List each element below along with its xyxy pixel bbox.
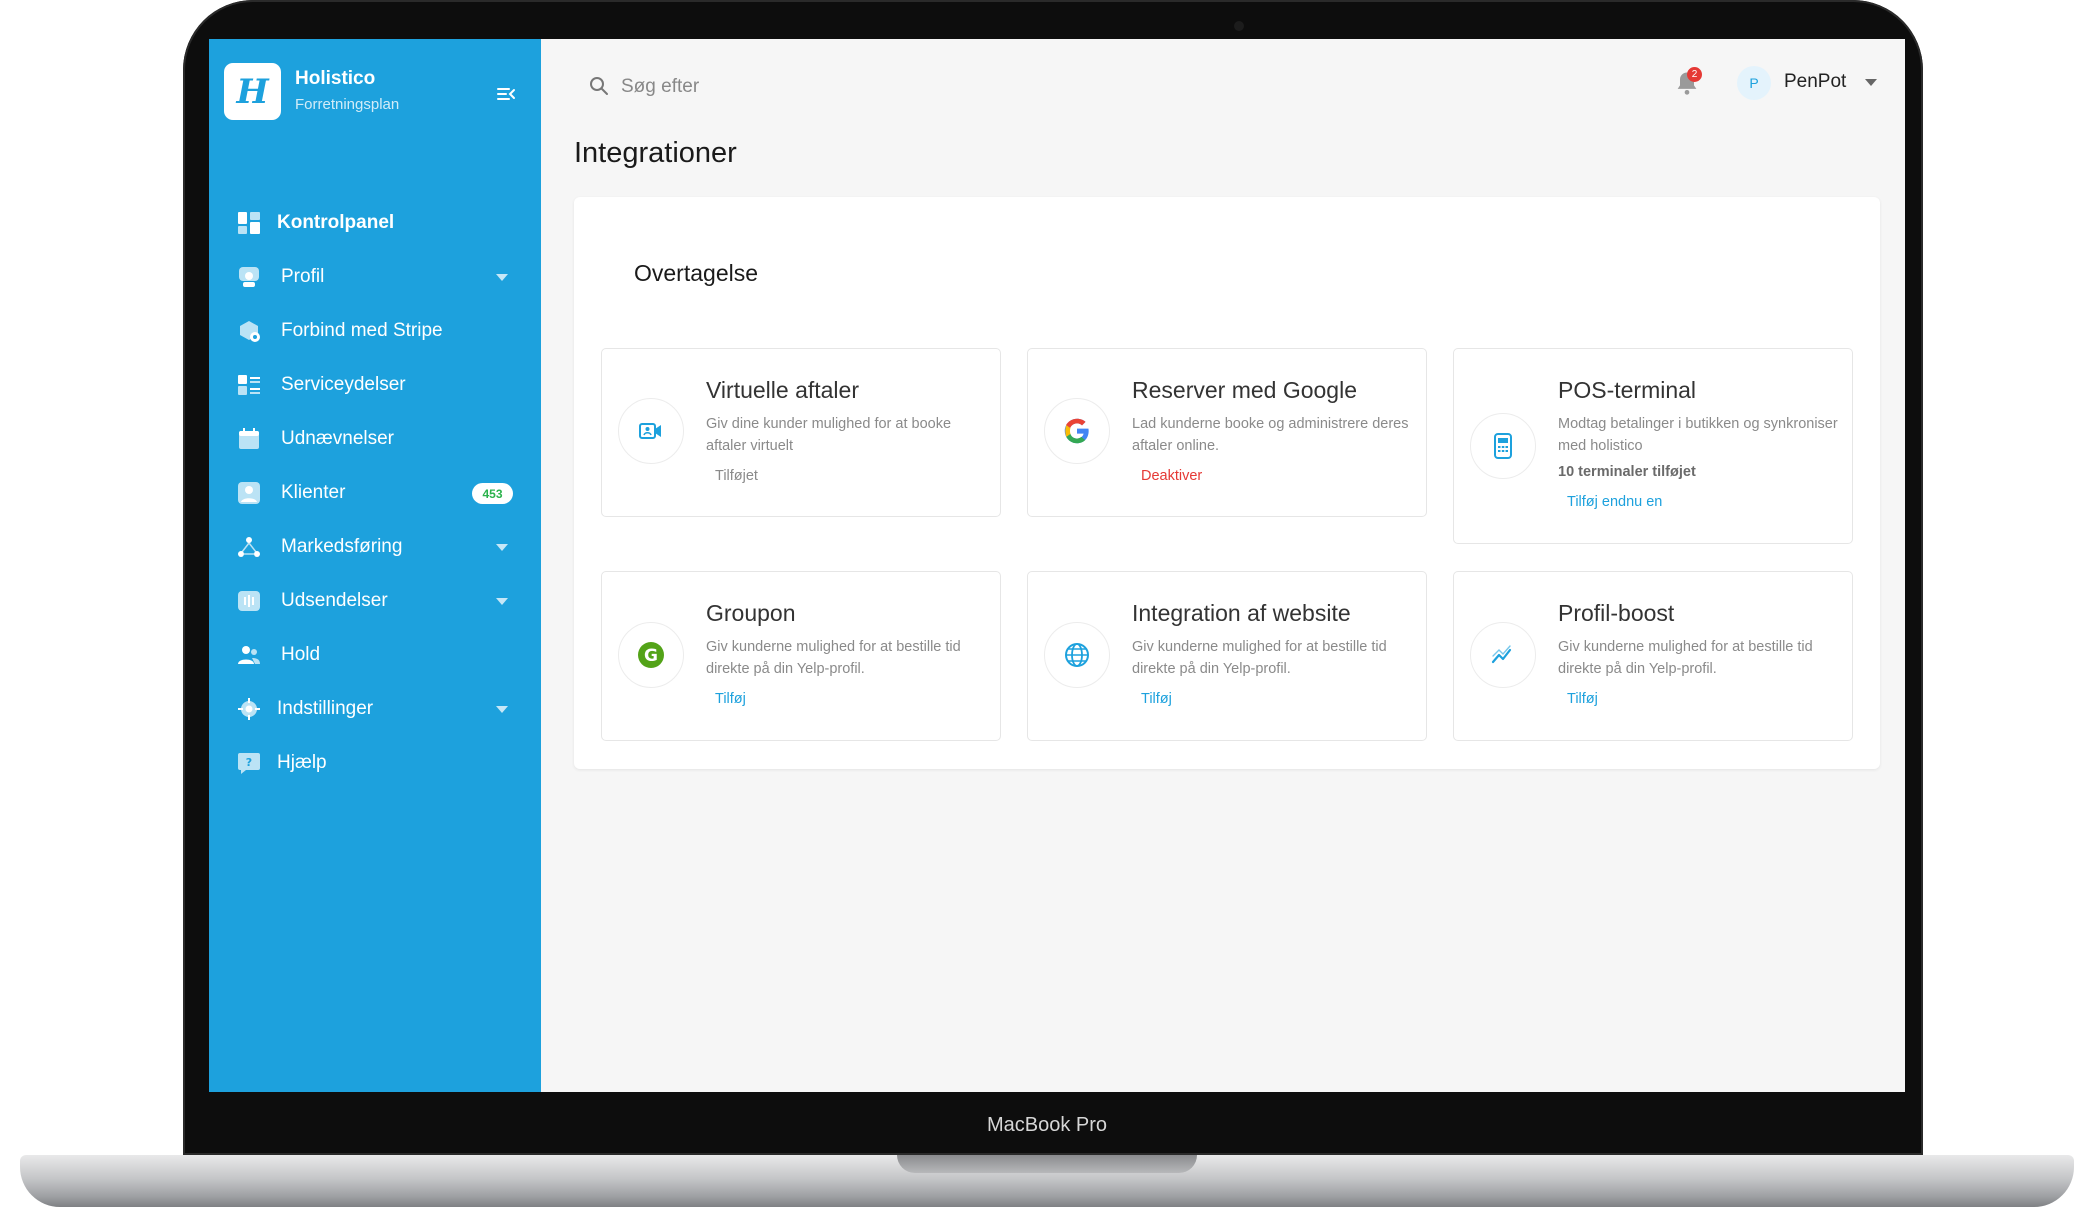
avatar[interactable]: P (1737, 66, 1771, 100)
video-camera-icon (618, 398, 684, 464)
integration-card-groupon[interactable]: G Groupon Giv kunderne mulighed for at b… (601, 571, 1001, 741)
sidebar-item-udsendelser[interactable]: Udsendelser (209, 574, 541, 628)
sidebar-item-label: Hold (281, 644, 321, 665)
team-icon (238, 646, 260, 664)
camera-icon (1234, 21, 1244, 31)
integration-card-website[interactable]: Integration af website Giv kunderne muli… (1027, 571, 1427, 741)
chevron-down-icon[interactable] (1865, 79, 1877, 86)
chevron-down-icon[interactable] (496, 274, 508, 281)
sidebar-item-label: Klienter (281, 482, 346, 503)
sidebar-item-udnaevnelser[interactable]: Udnævnelser (209, 412, 541, 466)
card-title: POS-terminal (1558, 377, 1697, 403)
integration-card-virtual[interactable]: Virtuelle aftaler Giv dine kunder muligh… (601, 348, 1001, 517)
card-title: Reserver med Google (1132, 377, 1357, 403)
search-icon (590, 77, 608, 95)
card-description: Modtag betalinger i butikken og synkroni… (1558, 416, 1838, 454)
globe-icon (1044, 622, 1110, 688)
collapse-menu-icon[interactable] (495, 83, 517, 105)
sidebar-item-label: Udnævnelser (281, 428, 394, 449)
integration-card-boost[interactable]: Profil-boost Giv kunderne mulighed for a… (1453, 571, 1853, 741)
sidebar-item-label: Markedsføring (281, 536, 403, 557)
holistico-logo[interactable]: H (224, 63, 281, 120)
sidebar-item-label: Forbind med Stripe (281, 320, 443, 341)
sidebar-nav: Kontrolpanel Profil Forbind med Stripe S… (209, 196, 541, 790)
card-title: Groupon (706, 600, 796, 626)
notification-badge: 2 (1687, 67, 1702, 82)
sidebar-item-profil[interactable]: Profil (209, 250, 541, 304)
client-count-badge: 453 (472, 483, 513, 504)
sidebar-item-label: Serviceydelser (281, 374, 406, 395)
sidebar-item-klienter[interactable]: Klienter 453 (209, 466, 541, 520)
svg-text:?: ? (246, 756, 252, 769)
add-another-button[interactable]: Tilføj endnu en (1567, 494, 1662, 510)
card-description: Giv kunderne mulighed for at bestille ti… (1132, 639, 1387, 677)
device-label: MacBook Pro (986, 1114, 1108, 1136)
integrations-panel: Overtagelse Virtuelle aftaler Giv dine k… (574, 197, 1880, 769)
card-description: Giv kunderne mulighed for at bestille ti… (706, 639, 961, 677)
brand-plan: Forretningsplan (295, 96, 400, 113)
sidebar-item-kontrolpanel[interactable]: Kontrolpanel (209, 196, 541, 250)
card-title: Virtuelle aftaler (706, 377, 859, 403)
sidebar-item-markedsforing[interactable]: Markedsføring (209, 520, 541, 574)
trend-up-icon (1470, 622, 1536, 688)
chevron-down-icon[interactable] (496, 706, 508, 713)
add-button[interactable]: Tilføj (1567, 691, 1598, 707)
profile-icon (239, 267, 259, 287)
card-title: Profil-boost (1558, 600, 1675, 626)
integration-card-google[interactable]: Reserver med Google Lad kunderne booke o… (1027, 348, 1427, 517)
sidebar-item-stripe[interactable]: Forbind med Stripe (209, 304, 541, 358)
sidebar-item-serviceydelser[interactable]: Serviceydelser (209, 358, 541, 412)
sidebar-item-label: Profil (281, 266, 325, 287)
calendar-icon (239, 428, 259, 449)
sidebar-item-label: Indstillinger (277, 698, 374, 719)
search-input[interactable] (619, 70, 1023, 104)
card-description: Giv dine kunder mulighed for at booke af… (706, 416, 952, 454)
added-status: Tilføjet (715, 468, 758, 484)
services-icon (238, 375, 260, 395)
brand-name: Holistico (295, 68, 376, 89)
terminal-count: 10 terminaler tilføjet (1558, 464, 1696, 480)
google-icon (1044, 398, 1110, 464)
sidebar-item-label: Hjælp (277, 752, 327, 773)
laptop-notch (897, 1155, 1197, 1173)
user-name[interactable]: PenPot (1784, 71, 1846, 93)
deactivate-button[interactable]: Deaktiver (1141, 468, 1202, 484)
dashboard-icon (238, 212, 260, 234)
svg-text:G: G (644, 646, 658, 666)
marketing-icon (238, 537, 260, 557)
card-description: Giv kunderne mulighed for at bestille ti… (1558, 639, 1813, 677)
sidebar-item-hjaelp[interactable]: ? Hjælp (209, 736, 541, 790)
pos-terminal-icon (1470, 413, 1536, 479)
integration-card-pos[interactable]: POS-terminal Modtag betalinger i butikke… (1453, 348, 1853, 544)
groupon-icon: G (618, 622, 684, 688)
sidebar-item-label: Udsendelser (281, 590, 388, 611)
broadcast-icon (238, 591, 260, 611)
chevron-down-icon[interactable] (496, 544, 508, 551)
card-title: Integration af website (1132, 600, 1351, 626)
sidebar-item-hold[interactable]: Hold (209, 628, 541, 682)
add-button[interactable]: Tilføj (715, 691, 746, 707)
help-icon: ? (238, 753, 260, 774)
section-title: Overtagelse (634, 260, 759, 286)
sidebar-item-indstillinger[interactable]: Indstillinger (209, 682, 541, 736)
chevron-down-icon[interactable] (496, 598, 508, 605)
sidebar-item-label: Kontrolpanel (277, 212, 395, 233)
add-button[interactable]: Tilføj (1141, 691, 1172, 707)
app-screen: H Holistico Forretningsplan Kontrolpanel… (209, 39, 1905, 1092)
card-description: Lad kunderne booke og administrere deres… (1132, 416, 1409, 454)
client-icon (238, 482, 260, 504)
stripe-connect-icon (240, 321, 260, 342)
sidebar: H Holistico Forretningsplan Kontrolpanel… (209, 39, 541, 1092)
gear-icon (238, 698, 260, 720)
page-title: Integrationer (574, 137, 737, 169)
